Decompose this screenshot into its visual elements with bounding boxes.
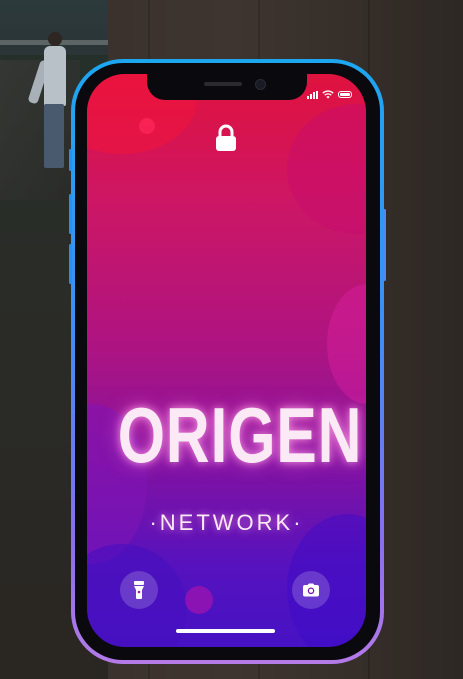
flashlight-icon — [134, 581, 144, 599]
camera-button[interactable] — [292, 571, 330, 609]
earpiece-speaker — [204, 82, 242, 86]
power-button[interactable] — [383, 209, 386, 281]
camera-icon — [303, 583, 319, 597]
notch — [147, 74, 307, 100]
volume-up-button[interactable] — [69, 194, 72, 234]
wifi-icon — [322, 90, 334, 99]
lock-icon — [216, 124, 236, 151]
status-bar — [307, 90, 352, 99]
origen-logo-subtitle: ·NETWORK· — [149, 510, 304, 535]
pedestrian — [27, 32, 74, 172]
lock-screen[interactable]: ORIGEN ·NETWORK· — [87, 74, 366, 647]
signal-icon — [307, 90, 318, 99]
flashlight-button[interactable] — [120, 571, 158, 609]
front-camera — [255, 79, 266, 90]
silent-switch[interactable] — [69, 149, 72, 171]
home-indicator[interactable] — [176, 629, 275, 633]
origen-logo-word: ORIGEN — [117, 391, 363, 479]
phone-frame: ORIGEN ·NETWORK· — [69, 59, 386, 664]
battery-icon — [338, 91, 352, 98]
volume-down-button[interactable] — [69, 244, 72, 284]
